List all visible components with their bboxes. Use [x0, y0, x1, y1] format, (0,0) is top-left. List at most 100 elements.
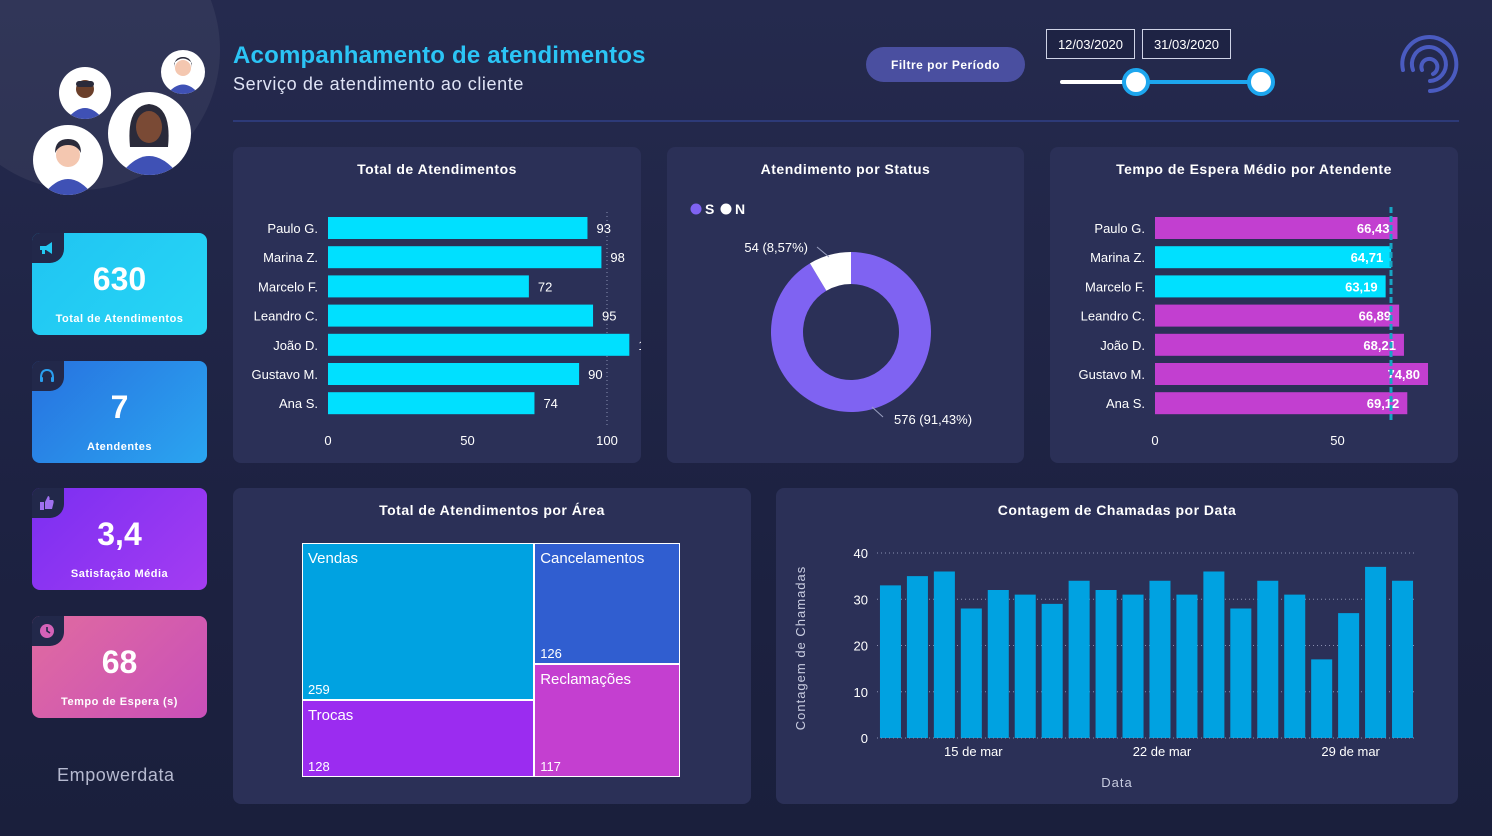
tick-label: 100 — [596, 433, 618, 448]
bar — [1068, 580, 1090, 738]
logo-icon — [1393, 30, 1463, 96]
avatar-medium — [33, 125, 103, 195]
treemap-cell-label: Trocas — [308, 706, 354, 724]
legend-marker — [720, 203, 732, 215]
treemap-cell-label: Cancelamentos — [540, 550, 645, 567]
chart-total-atendimentos: Paulo G. 93 Marina Z. 98 Marcelo F. 72 Leandro… — [252, 212, 641, 448]
category-label: Marcelo F. — [1085, 279, 1145, 294]
treemap-cell[interactable]: Vendas 259 — [302, 543, 535, 700]
bar — [1014, 594, 1036, 738]
header-divider — [233, 120, 1459, 122]
kpi-value: 630 — [92, 261, 147, 297]
treemap-cell[interactable]: Reclamações 117 — [534, 664, 680, 777]
avatar-small-top — [59, 67, 111, 119]
bar — [1284, 594, 1306, 738]
bar — [1230, 608, 1252, 738]
bar — [933, 571, 955, 738]
bar — [1203, 571, 1225, 738]
panel-atendimento-status: Atendimento por Status S N 54 (8,57%) 576 (… — [667, 147, 1024, 463]
bar — [879, 585, 901, 738]
chart-atendimento-status: S N 54 (8,57%) 576 (91,43%) — [690, 201, 972, 427]
data-label: 98 — [610, 250, 624, 265]
tick-label: 30 — [854, 592, 868, 607]
data-label: 108 — [638, 338, 641, 353]
bar — [1311, 659, 1333, 738]
data-label: 93 — [596, 221, 610, 236]
tick-label: 50 — [460, 433, 474, 448]
data-label: 64,71 — [1351, 250, 1384, 265]
bar — [960, 608, 982, 738]
kpi-value: 3,4 — [97, 516, 142, 552]
data-label: 63,19 — [1345, 279, 1378, 294]
date-slider-start-handle[interactable] — [1122, 68, 1150, 96]
filter-period-button[interactable]: Filtre por Período — [866, 47, 1025, 82]
bar — [1095, 590, 1117, 738]
category-label: Ana S. — [279, 396, 318, 411]
treemap-cell-label: Reclamações — [540, 671, 632, 689]
headset-icon — [40, 368, 54, 382]
kpi-label: Atendentes — [87, 441, 152, 453]
kpi-value: 7 — [110, 389, 129, 425]
kpi-label: Total de Atendimentos — [55, 313, 184, 325]
data-label: 69,12 — [1367, 396, 1400, 411]
category-label: Marina Z. — [263, 250, 318, 265]
category-label: Leandro C. — [254, 309, 318, 324]
bar — [1176, 594, 1198, 738]
date-slider-range[interactable] — [1136, 80, 1261, 84]
category-label: Paulo G. — [267, 221, 318, 236]
y-axis-label: Contagem de Chamadas — [793, 566, 808, 731]
brand-name: Empowerdata — [57, 765, 175, 785]
date-slider-end-handle[interactable] — [1247, 68, 1275, 96]
treemap-cell[interactable]: Trocas 128 — [302, 699, 535, 777]
bar — [906, 576, 928, 738]
tick-label: 50 — [1330, 433, 1344, 448]
thumbs-up-icon — [40, 496, 54, 510]
bar — [1392, 580, 1414, 738]
x-axis-label: Data — [1101, 775, 1132, 790]
kpi-value: 68 — [101, 644, 138, 680]
legend-label: N — [735, 201, 745, 217]
bar — [328, 217, 588, 239]
category-label: Gustavo M. — [1079, 367, 1145, 382]
date-end-field[interactable]: 31/03/2020 — [1142, 29, 1231, 59]
category-label: Marcelo F. — [258, 279, 318, 294]
tick-label: 0 — [861, 731, 868, 746]
treemap-cell-value: 117 — [540, 758, 561, 774]
panel-atendimentos-area: Total de Atendimentos por Área Vendas 259… — [233, 488, 751, 804]
treemap-cell-label: Vendas — [308, 550, 359, 567]
tick-label: 0 — [324, 433, 331, 448]
legend-marker — [690, 203, 702, 215]
date-start-field[interactable]: 12/03/2020 — [1046, 29, 1135, 59]
megaphone-icon — [40, 242, 52, 254]
avatar-large — [108, 92, 191, 175]
tick-label: 20 — [854, 639, 868, 654]
category-label: Ana S. — [1106, 396, 1145, 411]
page-subtitle: Serviço de atendimento ao cliente — [233, 74, 524, 94]
data-label: 66,43 — [1357, 221, 1390, 236]
bar — [1365, 566, 1387, 738]
bar — [987, 590, 1009, 738]
bar — [328, 275, 529, 298]
leader-line — [816, 246, 830, 258]
category-label: Marina Z. — [1090, 250, 1145, 265]
chart-tempo-espera: Paulo G. 66,43 Marina Z. 64,71 Marcelo F. 63,… — [1079, 207, 1429, 448]
category-label: Paulo G. — [1094, 221, 1145, 236]
panel-chamadas-data: Contagem de Chamadas por Data 0 10 20 30 40 1… — [776, 488, 1458, 804]
tick-label: 29 de mar — [1321, 744, 1380, 759]
treemap-cell[interactable]: Cancelamentos 126 — [534, 543, 680, 665]
bar — [1257, 580, 1279, 738]
kpi-satisfacao: 3,4 Satisfação Média — [32, 488, 207, 590]
category-label: Leandro C. — [1081, 309, 1145, 324]
data-label: 72 — [538, 279, 552, 294]
treemap-area: Vendas 259 Trocas 128 Cancelamentos 126 Reclam… — [302, 543, 680, 777]
bar — [328, 363, 580, 385]
bar — [328, 246, 602, 269]
tick-label: 22 de mar — [1133, 744, 1192, 759]
category-label: Gustavo M. — [252, 367, 318, 382]
legend-label: S — [705, 201, 714, 217]
bar — [328, 333, 630, 356]
bar — [1041, 603, 1063, 738]
data-label: 95 — [602, 309, 616, 324]
bar — [1149, 580, 1171, 738]
panel-tempo-espera: Tempo de Espera Médio por Atendente Paul… — [1050, 147, 1458, 463]
